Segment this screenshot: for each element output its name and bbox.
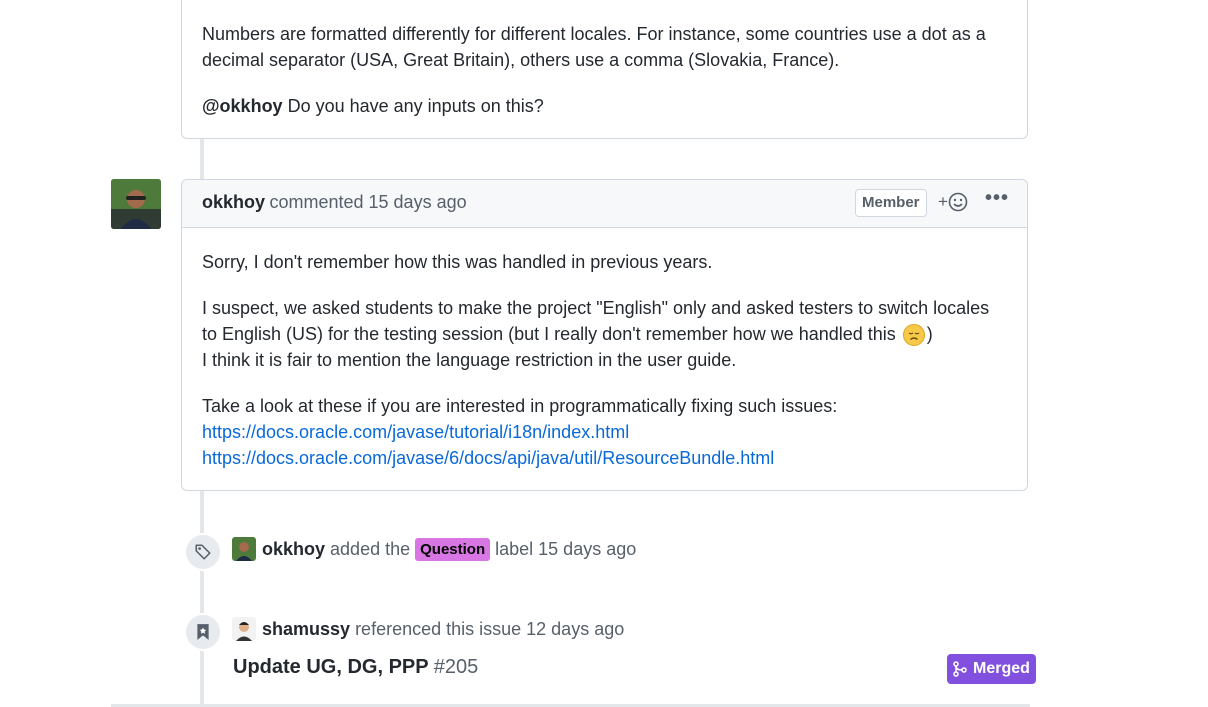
comment-text: Do you have any inputs on this? <box>282 96 544 116</box>
smiley-icon <box>948 192 968 212</box>
label-event: okkhoy added the Question label 15 days … <box>232 537 636 561</box>
comment-paragraph: Sorry, I don't remember how this was han… <box>202 252 713 272</box>
comment-paragraph: Numbers are formatted differently for di… <box>202 24 986 70</box>
pull-request-title[interactable]: Update UG, DG, PPP #205 <box>233 656 478 679</box>
comment-header: okkhoy commented 15 days ago Member + ••… <box>182 180 1027 228</box>
event-text[interactable]: referenced this issue 12 days ago <box>355 619 624 640</box>
bookmark-icon <box>184 613 222 651</box>
doc-link[interactable]: https://docs.oracle.com/javase/6/docs/ap… <box>202 448 774 468</box>
question-label[interactable]: Question <box>415 537 491 561</box>
comment-text: I suspect, we asked students to make the… <box>202 298 990 344</box>
pull-request-title-text[interactable]: Update UG, DG, PPP <box>233 656 428 678</box>
comment-body: Sorry, I don't remember how this was han… <box>182 228 1027 471</box>
author-role-badge: Member <box>855 189 927 217</box>
avatar[interactable] <box>232 617 256 641</box>
merged-status-label: Merged <box>973 660 1030 677</box>
timeline-line <box>200 490 204 707</box>
doc-link[interactable]: https://docs.oracle.com/javase/tutorial/… <box>202 422 629 442</box>
git-merge-icon <box>953 661 967 677</box>
comment-card: okkhoy commented 15 days ago Member + ••… <box>181 179 1028 491</box>
comment-header-text: okkhoy commented 15 days ago <box>202 192 467 213</box>
avatar[interactable] <box>111 179 161 229</box>
comment-paragraph: @okkhoy Do you have any inputs on this? <box>202 93 1007 119</box>
event-text: added the <box>330 538 411 559</box>
comment-text: ) <box>926 324 933 344</box>
comment-paragraph: Take a look at these if you are interest… <box>202 393 1007 471</box>
add-reaction-label: + <box>938 192 948 211</box>
comment-author-link[interactable]: okkhoy <box>202 192 265 212</box>
comment-card: Numbers are formatted differently for di… <box>181 0 1028 139</box>
comment-text: I think it is fair to mention the langua… <box>202 350 737 370</box>
actor-link[interactable]: okkhoy <box>262 539 325 560</box>
comment-body: Numbers are formatted differently for di… <box>182 0 1027 119</box>
user-mention-link[interactable]: @okkhoy <box>202 96 283 116</box>
comment-text: Take a look at these if you are interest… <box>202 396 838 416</box>
timeline-line <box>200 138 204 180</box>
comment-paragraph: I suspect, we asked students to make the… <box>202 295 1007 373</box>
event-text[interactable]: label 15 days ago <box>495 539 636 560</box>
disappointed-face-icon <box>902 324 925 347</box>
avatar[interactable] <box>232 537 256 561</box>
merged-status-badge: Merged <box>947 654 1036 684</box>
tag-icon <box>184 533 222 571</box>
actor-link[interactable]: shamussy <box>262 619 350 640</box>
more-options-button[interactable]: ••• <box>985 187 1009 210</box>
reference-event: shamussy referenced this issue 12 days a… <box>232 617 624 641</box>
comment-timestamp[interactable]: commented 15 days ago <box>269 192 466 212</box>
pull-request-number[interactable]: #205 <box>434 656 479 678</box>
add-reaction-button[interactable]: + <box>938 192 968 212</box>
